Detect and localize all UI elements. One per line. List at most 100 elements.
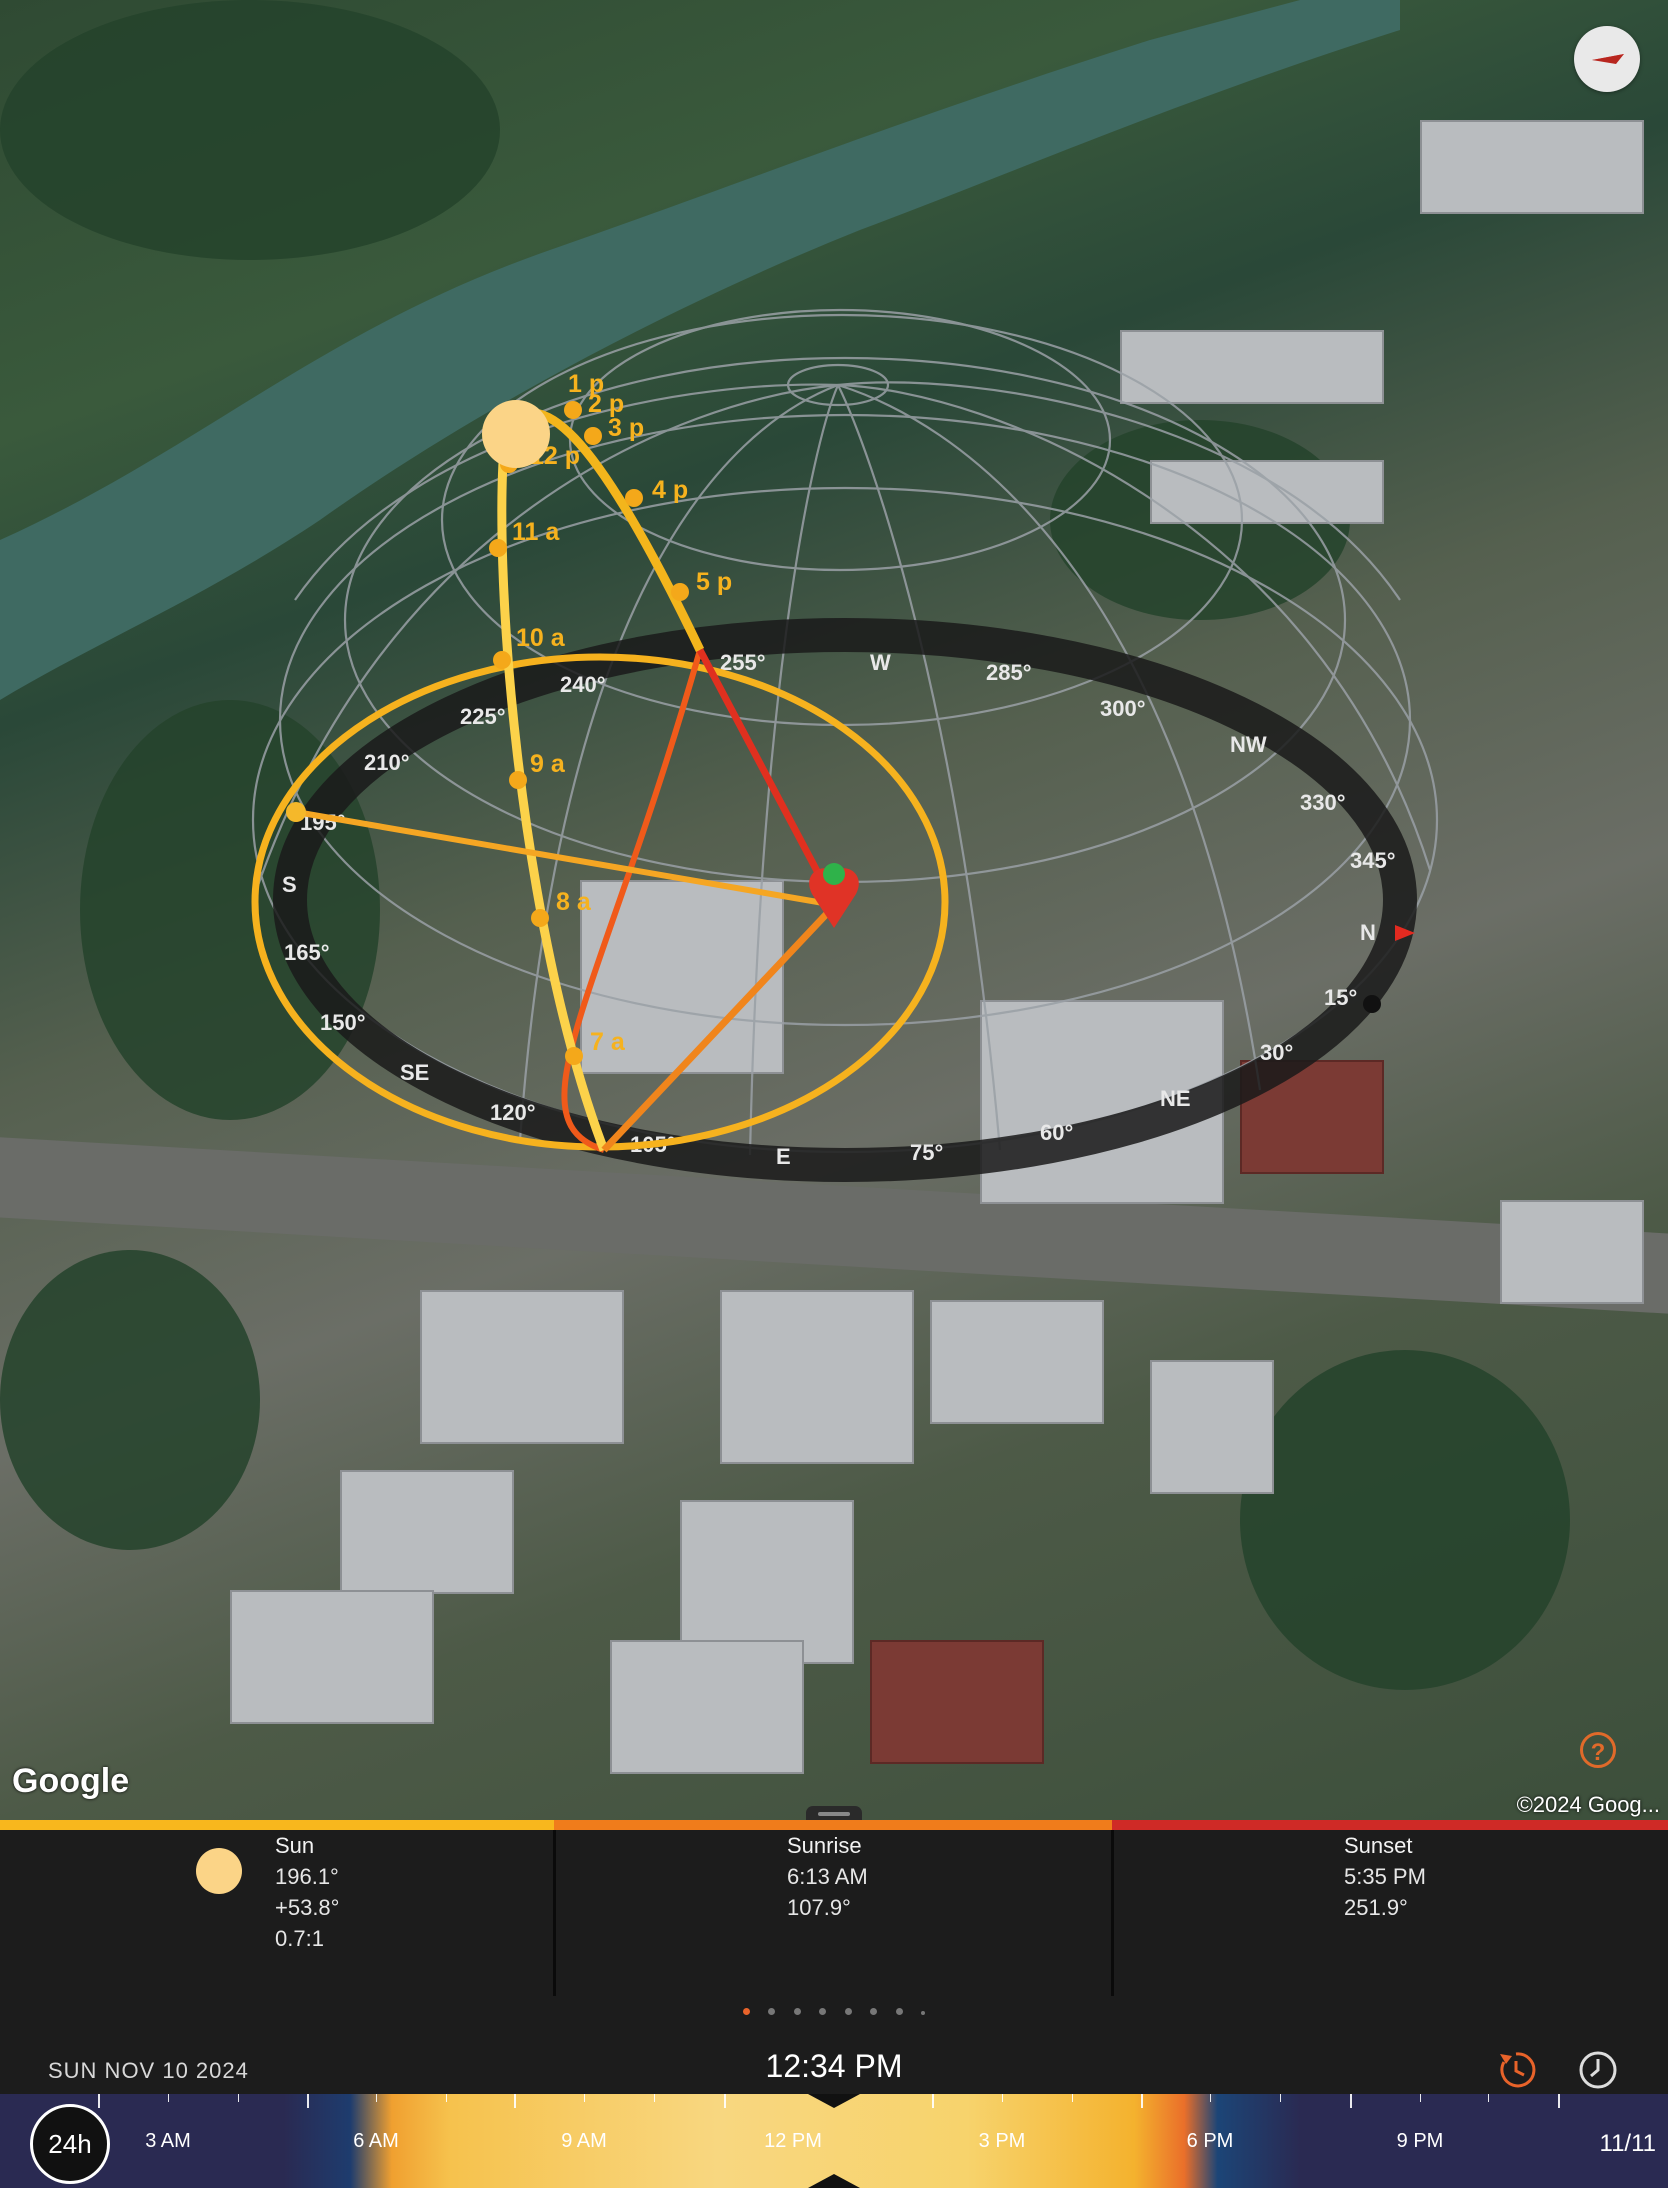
timeline-label: 3 AM [145, 2130, 191, 2152]
timeline-tick [1002, 2094, 1003, 2102]
compass-button[interactable] [1574, 26, 1640, 92]
compass-label: 165° [284, 940, 330, 965]
hour-label: 1 p [568, 370, 604, 398]
compass-label: 225° [460, 704, 506, 729]
compass-label: NE [1160, 1086, 1191, 1111]
location-pin-icon [809, 863, 859, 928]
sun-title: Sun [275, 1833, 315, 1858]
clock-icon[interactable] [1576, 2048, 1620, 2092]
compass-label: W [870, 650, 891, 675]
page-dot[interactable] [844, 2008, 852, 2015]
timeline-tick [654, 2094, 655, 2102]
hour-marker [509, 771, 527, 789]
timeline-tick [1072, 2094, 1073, 2102]
sunrise-azimuth: 107.9° [787, 1895, 851, 1920]
timeline-label: 6 PM [1186, 2130, 1234, 2152]
compass-label: 60° [1040, 1120, 1073, 1145]
hour-label: 5 p [696, 568, 732, 596]
panel-drag-handle[interactable] [806, 1806, 862, 1820]
hour-label: 3 p [608, 414, 644, 442]
timeline-tick [1558, 2094, 1560, 2108]
compass-label: 15° [1324, 985, 1357, 1010]
timeline-tick [724, 2094, 726, 2108]
compass-arrow-icon [1592, 54, 1624, 64]
page-dot[interactable] [921, 2011, 926, 2015]
timeline-current-indicator [808, 2094, 860, 2108]
page-dot[interactable] [895, 2008, 903, 2015]
timeline-tick [307, 2094, 309, 2108]
compass-label: 210° [364, 750, 410, 775]
moon-direction-marker [1363, 995, 1381, 1013]
hour-marker [564, 401, 582, 419]
sunset-color-bar [1112, 1820, 1668, 1830]
hour-label: 11 a [512, 518, 560, 546]
compass-label: 330° [1300, 790, 1346, 815]
compass-label: 240° [560, 672, 606, 697]
timeline-label: 9 AM [561, 2130, 607, 2152]
hour-marker [489, 539, 507, 557]
compass-label: 345° [1350, 848, 1396, 873]
hour-marker [493, 651, 511, 669]
compass-label: 150° [320, 1010, 366, 1035]
timeline-tick [1350, 2094, 1352, 2108]
compass-label: N [1360, 920, 1376, 945]
google-logo: Google [12, 1762, 130, 1800]
timeline-tick [584, 2094, 585, 2102]
satellite-map[interactable]: W 285° 300° NW 330° 345° N 15° 30° NE 60… [0, 0, 1668, 1820]
timeline-label: 12 PM [764, 2130, 822, 2152]
sun-elevation: +53.8° [275, 1895, 340, 1920]
compass-label: E [776, 1144, 791, 1169]
sunset-info-card[interactable]: Sunset 5:35 PM 251.9° [1344, 1830, 1426, 1996]
hour-marker [584, 427, 602, 445]
sunrise-time: 6:13 AM [787, 1864, 868, 1889]
timeline-tick [932, 2094, 934, 2108]
timeline-tick [1488, 2094, 1489, 2102]
timeline-tick [1420, 2094, 1421, 2102]
page-dot[interactable] [870, 2008, 878, 2015]
sunset-azimuth: 251.9° [1344, 1895, 1408, 1920]
page-dot[interactable] [819, 2008, 827, 2015]
compass-label: NW [1230, 732, 1267, 757]
page-indicator[interactable] [0, 1996, 1668, 2028]
timeline-tick [376, 2094, 377, 2102]
timeline-tick [1141, 2094, 1143, 2108]
page-dot[interactable] [742, 2008, 750, 2015]
sun-icon [196, 1848, 242, 1894]
shadow-ratio: 0.7:1 [275, 1926, 324, 1951]
timeline-tick [1210, 2094, 1211, 2102]
hour-label: 9 a [530, 750, 566, 778]
next-day-label[interactable]: 11/11 [1600, 2130, 1657, 2158]
timeline-label: 3 PM [978, 2130, 1026, 2152]
time-reset-icon[interactable] [1494, 2048, 1538, 2092]
divider [1111, 1830, 1114, 1996]
sunrise-info-card[interactable]: Sunrise 6:13 AM 107.9° [787, 1830, 868, 1996]
24h-toggle-button[interactable]: 24h [30, 2104, 110, 2184]
hour-marker [531, 909, 549, 927]
timeline-tick [514, 2094, 516, 2108]
hour-label: 10 a [516, 624, 566, 652]
timeline-tick [168, 2094, 169, 2102]
map-copyright: ©2024 Goog... [1516, 1792, 1660, 1817]
help-icon[interactable]: ? [1580, 1732, 1616, 1768]
compass-label: 120° [490, 1100, 536, 1125]
page-dot[interactable] [793, 2008, 801, 2015]
compass-label: 285° [986, 660, 1032, 685]
timeline-label: 9 PM [1396, 2130, 1444, 2152]
timeline-tick [98, 2094, 100, 2108]
sun-info-card[interactable]: Sun 196.1° +53.8° 0.7:1 [275, 1830, 339, 1996]
hour-label: 7 a [590, 1028, 626, 1056]
sunset-title: Sunset [1344, 1833, 1413, 1858]
hour-label: 8 a [556, 888, 592, 916]
sun-position-icon [482, 400, 550, 468]
timeline-tick [1280, 2094, 1281, 2102]
sunrise-title: Sunrise [787, 1833, 862, 1858]
page-dot[interactable] [768, 2008, 776, 2015]
sunrise-direction-line [601, 902, 838, 1153]
hour-marker [565, 1047, 583, 1065]
hour-marker [625, 489, 643, 507]
hour-marker [671, 583, 689, 601]
compass-label: SE [400, 1060, 429, 1085]
timeline-tick [446, 2094, 447, 2102]
current-time[interactable]: 12:34 PM [0, 2048, 1668, 2085]
timeline-tick [238, 2094, 239, 2102]
